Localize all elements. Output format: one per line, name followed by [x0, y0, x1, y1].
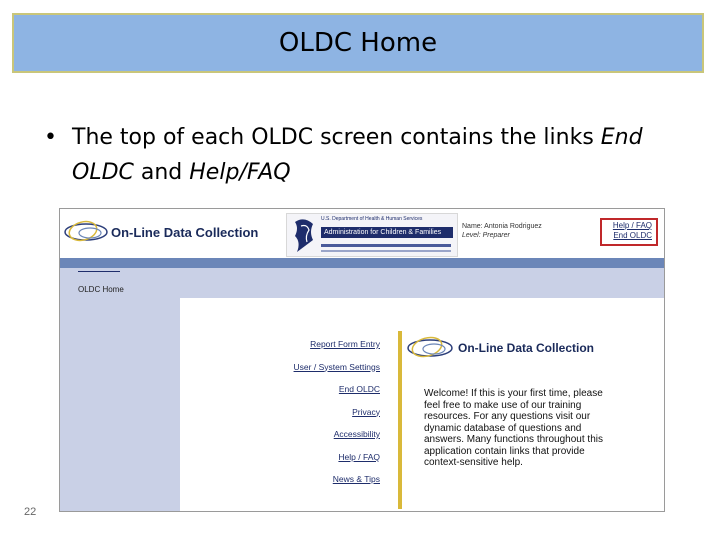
user-info: Name: Antonia Rodriguez Level: Preparer	[462, 222, 542, 240]
acf-banner: U.S. Department of Health & Human Servic…	[286, 213, 458, 257]
oldc-logo-icon	[64, 220, 108, 242]
menu-news-tips[interactable]: News & Tips	[274, 468, 380, 491]
welcome-logo-icon	[407, 336, 453, 358]
oldc-header: On-Line Data Collection U.S. Department …	[60, 209, 664, 258]
acf-divider	[321, 250, 451, 252]
content-divider	[398, 331, 402, 509]
menu-help-faq[interactable]: Help / FAQ	[274, 446, 380, 469]
acf-banner-top: U.S. Department of Health & Human Servic…	[321, 216, 423, 222]
oldc-screenshot: On-Line Data Collection U.S. Department …	[59, 208, 665, 512]
user-role: Level: Preparer	[462, 232, 510, 239]
acf-divider	[321, 244, 451, 247]
menu-user-system-settings[interactable]: User / System Settings	[274, 356, 380, 379]
main-menu: Report Form Entry User / System Settings…	[274, 333, 380, 491]
bullet-text-part2: and	[133, 160, 190, 185]
menu-accessibility[interactable]: Accessibility	[274, 423, 380, 446]
breadcrumb: OLDC Home	[78, 285, 124, 294]
menu-end-oldc[interactable]: End OLDC	[274, 378, 380, 401]
hhs-seal-icon	[295, 219, 313, 252]
end-oldc-link[interactable]: End OLDC	[602, 231, 652, 241]
bullet-text: The top of each OLDC screen contains the…	[72, 120, 704, 190]
header-band	[60, 258, 664, 268]
welcome-message: Welcome! If this is your first time, ple…	[424, 388, 603, 468]
bullet-dot: •	[44, 125, 57, 150]
bullet-em-help-faq: Help/FAQ	[189, 160, 291, 185]
slide-bullet: • The top of each OLDC screen contains t…	[44, 120, 704, 190]
bullet-text-part1: The top of each OLDC screen contains the…	[72, 125, 601, 150]
app-name: On-Line Data Collection	[111, 225, 259, 240]
slide-title-bar: OLDC Home	[12, 13, 704, 73]
subnav-divider	[78, 271, 120, 272]
left-sidebar	[60, 298, 180, 511]
slide-title: OLDC Home	[278, 28, 438, 58]
help-faq-link[interactable]: Help / FAQ	[602, 221, 652, 231]
menu-privacy[interactable]: Privacy	[274, 401, 380, 424]
slide-page-number: 22	[24, 506, 37, 518]
acf-name: Administration for Children & Families	[321, 227, 453, 238]
user-name: Name: Antonia Rodriguez	[462, 223, 542, 230]
subnav-bar	[60, 268, 664, 298]
welcome-title: On-Line Data Collection	[458, 341, 595, 355]
header-links-highlight: Help / FAQ End OLDC	[600, 218, 658, 246]
menu-report-form-entry[interactable]: Report Form Entry	[274, 333, 380, 356]
